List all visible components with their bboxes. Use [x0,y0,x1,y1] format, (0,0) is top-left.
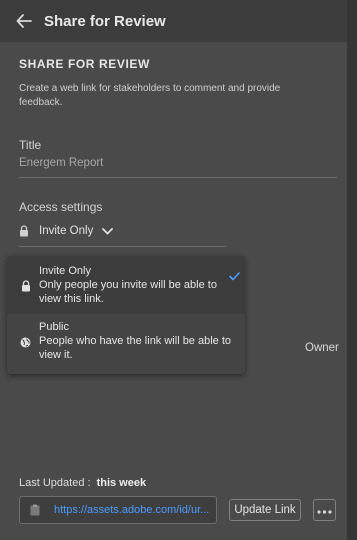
more-options-button[interactable] [313,499,336,521]
panel-header: Share for Review [0,0,347,42]
access-underline [19,246,226,247]
title-input[interactable]: Energem Report [19,157,103,169]
access-settings-label: Access settings [19,200,103,214]
access-settings-dropdown[interactable]: Invite Only [19,221,114,241]
last-updated-value: this week [96,477,147,489]
owner-label: Owner [305,342,339,354]
clipboard-icon[interactable] [30,503,42,517]
option-title: Invite Only [39,265,91,277]
access-selected-value: Invite Only [39,225,94,237]
access-option-public[interactable]: Public People who have the link will be … [7,314,245,374]
section-description: Create a web link for stakeholders to co… [19,83,281,108]
access-option-invite-only[interactable]: Invite Only Only people you invite will … [7,256,245,314]
ellipsis-icon [317,501,332,519]
title-label: Title [19,138,42,152]
last-updated-label: Last Updated : [19,477,91,489]
share-link-url[interactable]: https://assets.adobe.com/id/ur... [54,504,214,516]
option-description: People who have the link will be able to… [39,335,232,361]
option-description: Only people you invite will be able to v… [39,279,217,305]
lock-icon [19,224,31,238]
checkmark-icon [229,268,240,286]
globe-icon [20,336,31,348]
chevron-down-icon [102,227,114,235]
share-link-field[interactable]: https://assets.adobe.com/id/ur... [19,496,217,524]
section-heading: SHARE FOR REVIEW [19,57,150,71]
option-title: Public [39,321,69,333]
update-link-button[interactable]: Update Link [229,499,301,521]
panel-title: Share for Review [44,12,166,30]
title-underline [19,177,337,178]
lock-icon [20,280,31,292]
last-updated: Last Updated : this week [19,477,146,489]
share-for-review-panel: Share for Review SHARE FOR REVIEW Create… [0,0,357,540]
back-arrow-icon[interactable] [13,10,35,32]
access-options-menu: Invite Only Only people you invite will … [7,256,245,374]
scrollbar-track[interactable] [347,0,357,540]
